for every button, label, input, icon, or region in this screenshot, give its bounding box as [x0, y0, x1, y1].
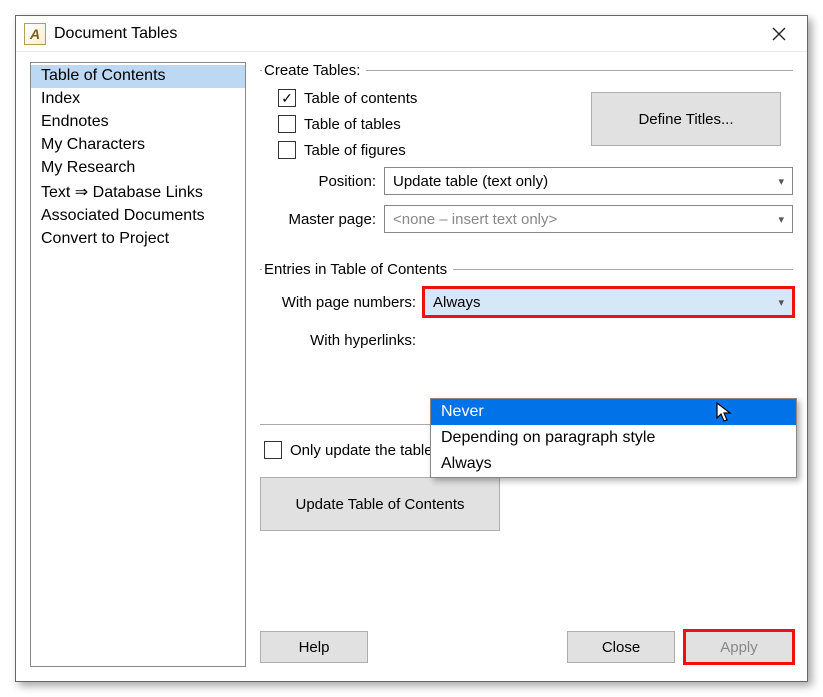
dialog-body: Table of Contents Index Endnotes My Char… — [16, 52, 807, 681]
master-page-label: Master page: — [260, 211, 384, 228]
category-list[interactable]: Table of Contents Index Endnotes My Char… — [30, 62, 246, 667]
pagenum-dropdown: Never Depending on paragraph style Alway… — [430, 398, 797, 478]
create-tables-legend: Create Tables: — [262, 62, 366, 79]
update-toc-button[interactable]: Update Table of Contents — [260, 477, 500, 531]
sidebar-item-index[interactable]: Index — [31, 88, 245, 111]
sidebar-item-endnotes[interactable]: Endnotes — [31, 111, 245, 134]
close-window-button[interactable] — [757, 19, 801, 49]
sidebar-item-toc[interactable]: Table of Contents — [31, 65, 245, 88]
hyperlinks-label: With hyperlinks: — [260, 332, 424, 349]
sidebar-item-assoc-docs[interactable]: Associated Documents — [31, 205, 245, 228]
chevron-down-icon: ▾ — [778, 296, 784, 309]
master-page-select[interactable]: <none – insert text only> ▾ — [384, 205, 793, 233]
position-label: Position: — [260, 173, 384, 190]
dropdown-option-always[interactable]: Always — [431, 451, 796, 477]
close-icon — [772, 27, 786, 41]
main-panel: Create Tables: ✓ Table of contents Table… — [260, 62, 793, 667]
titlebar: A Document Tables — [16, 16, 807, 52]
sidebar-item-research[interactable]: My Research — [31, 157, 245, 180]
position-select[interactable]: Update table (text only) ▾ — [384, 167, 793, 195]
tot-checkbox[interactable] — [278, 115, 296, 133]
sidebar-item-convert[interactable]: Convert to Project — [31, 228, 245, 251]
tof-checkbox[interactable] — [278, 141, 296, 159]
chevron-down-icon: ▾ — [778, 175, 784, 188]
close-button[interactable]: Close — [567, 631, 675, 663]
pagenum-label: With page numbers: — [260, 294, 424, 311]
dropdown-option-depending[interactable]: Depending on paragraph style — [431, 425, 796, 451]
pagenum-select[interactable]: Always ▾ — [424, 288, 793, 316]
window-title: Document Tables — [54, 25, 177, 43]
help-button[interactable]: Help — [260, 631, 368, 663]
sidebar-item-dblinks[interactable]: Text ⇒ Database Links — [31, 180, 245, 205]
tot-checkbox-label: Table of tables — [304, 116, 401, 133]
sidebar-item-characters[interactable]: My Characters — [31, 134, 245, 157]
chevron-down-icon: ▾ — [778, 213, 784, 226]
create-tables-group: Create Tables: ✓ Table of contents Table… — [260, 62, 793, 243]
entries-group: Entries in Table of Contents With page n… — [260, 261, 793, 364]
footer: Help Close Apply — [260, 631, 793, 663]
dialog-window: A Document Tables Table of Contents Inde… — [15, 15, 808, 682]
dropdown-option-never[interactable]: Never — [431, 399, 796, 425]
toc-checkbox[interactable]: ✓ — [278, 89, 296, 107]
apply-button[interactable]: Apply — [685, 631, 793, 663]
define-titles-button[interactable]: Define Titles... — [591, 92, 781, 146]
only-update-checkbox[interactable] — [264, 441, 282, 459]
app-icon: A — [24, 23, 46, 45]
entries-legend: Entries in Table of Contents — [262, 261, 453, 278]
toc-checkbox-label: Table of contents — [304, 90, 417, 107]
tof-checkbox-label: Table of figures — [304, 142, 406, 159]
